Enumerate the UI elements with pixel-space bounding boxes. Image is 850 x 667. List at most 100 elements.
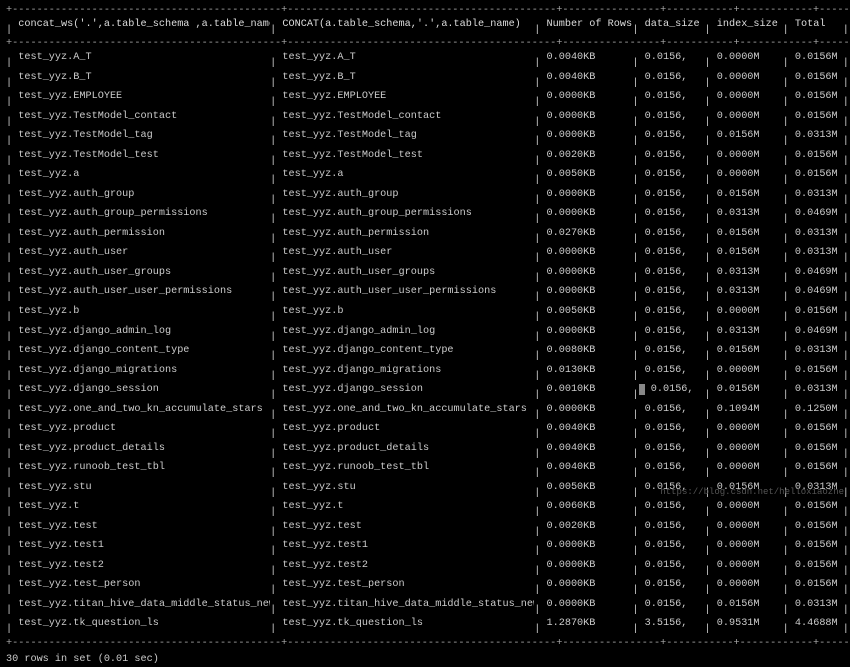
table-row: | test_yyz.product| test_yyz.product| 0.… — [6, 422, 844, 442]
table-row: | test_yyz.django_admin_log| test_yyz.dj… — [6, 325, 844, 345]
col-rows: 0.0270KB — [540, 227, 632, 241]
col-concat-ws: test_yyz.product — [12, 422, 270, 436]
col-concat: test_yyz.titan_hive_data_middle_status_n… — [276, 598, 534, 612]
col-rows: 0.0050KB — [540, 481, 632, 495]
col-data-size: 0.0156, — [639, 188, 705, 202]
col-index-size: 0.0000M — [711, 305, 783, 319]
col-concat: test_yyz.auth_user_groups — [276, 266, 534, 280]
col-rows: 0.0040KB — [540, 71, 632, 85]
table-row: | test_yyz.test1| test_yyz.test1| 0.0000… — [6, 539, 844, 559]
col-concat: test_yyz.t — [276, 500, 534, 514]
col-rows: 0.0000KB — [540, 207, 632, 221]
col-concat-ws: test_yyz.test — [12, 520, 270, 534]
col-total: 0.0313M — [789, 227, 843, 241]
col-concat: test_yyz.auth_user — [276, 246, 534, 260]
col-data-size: 0.0156, — [639, 442, 705, 456]
col-concat: CONCAT(a.table_schema,'.',a.table_name) — [276, 18, 534, 32]
table-row: | test_yyz.TestModel_contact| test_yyz.T… — [6, 110, 844, 130]
column-separator: | — [843, 566, 849, 577]
col-rows: 0.0000KB — [540, 539, 632, 553]
col-concat: test_yyz.auth_permission — [276, 227, 534, 241]
col-concat-ws: test_yyz.B_T — [12, 71, 270, 85]
col-total: Total — [789, 18, 843, 32]
col-data-size: 0.0156, — [639, 71, 705, 85]
col-total: 0.0156M — [789, 110, 843, 124]
column-separator: | — [843, 175, 849, 186]
column-separator: | — [843, 214, 849, 225]
col-data-size: 0.0156, — [639, 51, 705, 65]
col-total: 0.0156M — [789, 305, 843, 319]
col-data-size: 0.0156, — [639, 598, 705, 612]
col-concat-ws: test_yyz.auth_group_permissions — [12, 207, 270, 221]
col-total: 0.0156M — [789, 442, 843, 456]
col-concat: test_yyz.TestModel_test — [276, 149, 534, 163]
col-data-size: 0.0156, — [639, 383, 705, 397]
col-total: 0.0156M — [789, 539, 843, 553]
col-total: 0.0469M — [789, 266, 843, 280]
col-index-size: 0.0313M — [711, 266, 783, 280]
col-concat-ws: test_yyz.django_session — [12, 383, 270, 397]
col-total: 0.0313M — [789, 344, 843, 358]
col-total: 0.0313M — [789, 598, 843, 612]
col-rows: 0.0000KB — [540, 285, 632, 299]
col-data-size: 0.0156, — [639, 90, 705, 104]
col-data-size: 0.0156, — [639, 461, 705, 475]
col-data-size: 0.0156, — [639, 578, 705, 592]
col-rows: 0.0040KB — [540, 422, 632, 436]
table-row: | test_yyz.b| test_yyz.b| 0.0050KB| 0.01… — [6, 305, 844, 325]
col-rows: Number of Rows — [540, 18, 632, 32]
col-concat: test_yyz.test2 — [276, 559, 534, 573]
table-row: | test_yyz.A_T| test_yyz.A_T| 0.0040KB| … — [6, 51, 844, 71]
col-rows: 0.0000KB — [540, 90, 632, 104]
table-row: | test_yyz.django_content_type| test_yyz… — [6, 344, 844, 364]
column-separator: | — [843, 273, 849, 284]
column-separator: | — [843, 195, 849, 206]
col-index-size: 0.0000M — [711, 442, 783, 456]
col-total: 0.0313M — [789, 129, 843, 143]
col-rows: 0.0000KB — [540, 129, 632, 143]
col-total: 0.0313M — [789, 383, 843, 397]
col-index-size: 0.0000M — [711, 149, 783, 163]
col-concat: test_yyz.test_person — [276, 578, 534, 592]
col-total: 0.0313M — [789, 246, 843, 260]
col-index-size: 0.0156M — [711, 383, 783, 397]
col-concat: test_yyz.runoob_test_tbl — [276, 461, 534, 475]
table-row: | test_yyz.auth_group_permissions| test_… — [6, 207, 844, 227]
col-concat-ws: test_yyz.django_content_type — [12, 344, 270, 358]
col-concat-ws: test_yyz.test2 — [12, 559, 270, 573]
col-rows: 0.0040KB — [540, 461, 632, 475]
watermark: https://blog.csdn.net/helloxiaozhe — [660, 486, 844, 498]
column-separator: | — [843, 58, 849, 69]
col-total: 0.0313M — [789, 188, 843, 202]
column-separator: | — [843, 77, 849, 88]
col-index-size: 0.0000M — [711, 90, 783, 104]
status-line: 30 rows in set (0.01 sec) — [6, 653, 844, 667]
col-index-size: 0.0313M — [711, 285, 783, 299]
column-separator: | — [843, 624, 849, 635]
col-index-size: 0.0000M — [711, 500, 783, 514]
table-row: | test_yyz.B_T| test_yyz.B_T| 0.0040KB| … — [6, 71, 844, 91]
column-separator: | — [843, 97, 849, 108]
col-index-size: 0.0156M — [711, 344, 783, 358]
col-concat: test_yyz.auth_group — [276, 188, 534, 202]
col-data-size: 0.0156, — [639, 403, 705, 417]
col-rows: 0.0000KB — [540, 188, 632, 202]
table-row: | test_yyz.auth_user_groups| test_yyz.au… — [6, 266, 844, 286]
column-separator: | — [843, 390, 849, 401]
text-cursor — [639, 384, 645, 395]
column-separator: | — [843, 468, 849, 479]
col-data-size: 0.0156, — [639, 266, 705, 280]
col-total: 0.0469M — [789, 285, 843, 299]
col-data-size: 0.0156, — [639, 149, 705, 163]
column-separator: | — [843, 331, 849, 342]
col-data-size: 0.0156, — [639, 422, 705, 436]
column-separator: | — [843, 507, 849, 518]
col-index-size: 0.0000M — [711, 578, 783, 592]
col-data-size: 0.0156, — [639, 305, 705, 319]
col-rows: 0.0000KB — [540, 325, 632, 339]
separator-line: +---------------------------------------… — [6, 637, 844, 651]
col-data-size: 0.0156, — [639, 168, 705, 182]
col-rows: 0.0000KB — [540, 110, 632, 124]
col-data-size: 0.0156, — [639, 364, 705, 378]
col-concat-ws: test_yyz.django_migrations — [12, 364, 270, 378]
